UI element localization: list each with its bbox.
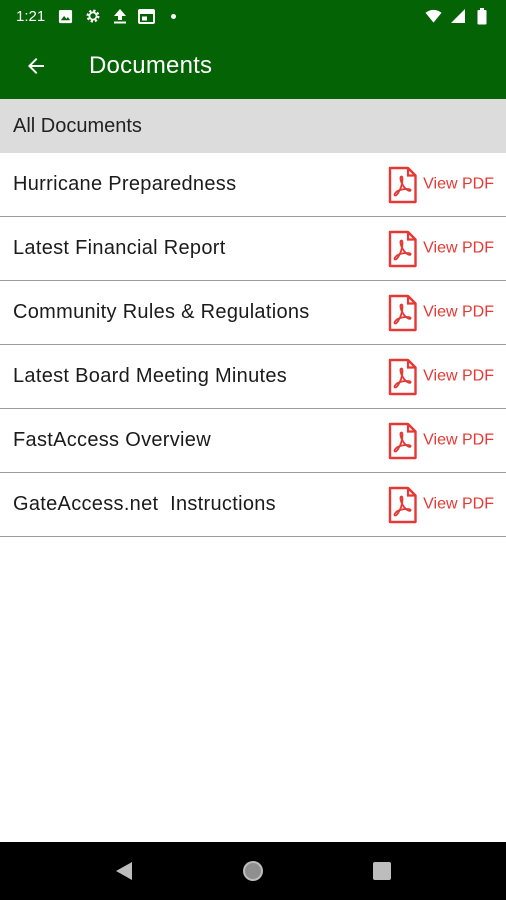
view-pdf-label: View PDF (423, 175, 494, 193)
document-title: FastAccess Overview (13, 429, 211, 451)
back-triangle-icon (116, 862, 133, 880)
pdf-file-icon (388, 230, 417, 267)
home-circle-icon (242, 861, 263, 881)
document-title: Latest Board Meeting Minutes (13, 365, 288, 387)
document-title: Community Rules & Regulations (13, 301, 310, 323)
nav-recents-button[interactable] (360, 849, 404, 893)
dot-icon (165, 8, 182, 25)
view-pdf-button[interactable]: View PDF (388, 230, 494, 267)
status-bar: 1:21 (0, 0, 506, 32)
wifi-icon (425, 8, 442, 25)
document-list: Hurricane Preparedness View PDF Latest F… (0, 153, 506, 537)
view-pdf-label: View PDF (423, 431, 494, 449)
image-icon (57, 8, 74, 25)
nav-home-button[interactable] (231, 849, 275, 893)
recents-square-icon (372, 862, 391, 880)
nav-back-button[interactable] (102, 849, 146, 893)
view-pdf-button[interactable]: View PDF (388, 422, 494, 459)
back-button[interactable] (14, 44, 58, 88)
document-row[interactable]: Hurricane Preparedness View PDF (0, 153, 506, 217)
view-pdf-label: View PDF (423, 239, 494, 257)
view-pdf-button[interactable]: View PDF (388, 358, 494, 395)
pdf-file-icon (388, 166, 417, 203)
status-right (425, 7, 490, 25)
pdf-file-icon (388, 358, 417, 395)
document-title: Hurricane Preparedness (13, 173, 237, 195)
pdf-file-icon (388, 294, 417, 331)
document-row[interactable]: Latest Board Meeting Minutes View PDF (0, 345, 506, 409)
upload-icon (111, 8, 128, 25)
gear-icon (84, 8, 101, 25)
system-nav-bar (0, 842, 506, 900)
battery-icon (473, 7, 490, 25)
view-pdf-button[interactable]: View PDF (388, 294, 494, 331)
view-pdf-button[interactable]: View PDF (388, 166, 494, 203)
arrow-left-icon (28, 57, 44, 74)
document-title: GateAccess.net Instructions (13, 493, 276, 515)
document-title: Latest Financial Report (13, 237, 226, 259)
pdf-file-icon (388, 422, 417, 459)
document-row[interactable]: GateAccess.net Instructions View PDF (0, 473, 506, 537)
app-bar: Documents (0, 32, 506, 99)
document-row[interactable]: FastAccess Overview View PDF (0, 409, 506, 473)
view-pdf-label: View PDF (423, 367, 494, 385)
pdf-file-icon (388, 486, 417, 523)
section-header: All Documents (0, 99, 506, 153)
page-title: Documents (89, 51, 213, 79)
calendar-icon (138, 8, 156, 25)
status-time: 1:21 (16, 7, 46, 25)
signal-icon (449, 8, 466, 25)
view-pdf-label: View PDF (423, 495, 494, 513)
document-row[interactable]: Community Rules & Regulations View PDF (0, 281, 506, 345)
view-pdf-label: View PDF (423, 303, 494, 321)
document-row[interactable]: Latest Financial Report View PDF (0, 217, 506, 281)
view-pdf-button[interactable]: View PDF (388, 486, 494, 523)
status-left: 1:21 (16, 8, 182, 25)
